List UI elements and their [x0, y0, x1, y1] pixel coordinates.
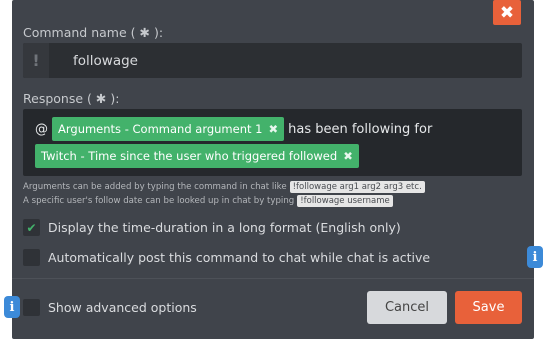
long-format-checkbox[interactable]: ✔ — [23, 219, 40, 236]
command-dialog: ✖ Command name ( ✱ ): ! followage Respon… — [12, 0, 534, 339]
response-label: Response ( ✱ ): — [23, 91, 120, 106]
command-name-input[interactable]: ! followage — [23, 43, 522, 78]
close-button[interactable]: ✖ — [493, 0, 521, 25]
help-text-arguments: Arguments can be added by typing the com… — [23, 181, 425, 193]
info-icon[interactable]: i — [4, 296, 20, 318]
exclamation-icon: ! — [23, 43, 49, 78]
auto-post-label: Automatically post this command to chat … — [48, 250, 431, 265]
long-format-label: Display the time-duration in a long form… — [48, 220, 401, 235]
info-icon[interactable]: i — [527, 246, 543, 268]
close-icon: ✖ — [499, 2, 515, 23]
command-name-label: Command name ( ✱ ): — [23, 25, 164, 40]
auto-post-option[interactable]: Automatically post this command to chat … — [23, 249, 430, 266]
response-tag-followage[interactable]: Twitch - Time since the user who trigger… — [35, 144, 359, 168]
response-text: has been following for — [288, 121, 433, 137]
code-example: !followage username — [297, 195, 393, 207]
help-text-lookup: A specific user's follow date can be loo… — [23, 195, 393, 207]
cancel-button[interactable]: Cancel — [367, 291, 447, 324]
response-editor[interactable]: @ Arguments - Command argument 1 ✖ has b… — [23, 109, 522, 176]
advanced-options-label: Show advanced options — [48, 300, 197, 315]
remove-tag-icon[interactable]: ✖ — [343, 149, 353, 163]
footer-divider — [12, 278, 534, 279]
response-prefix: @ — [35, 121, 48, 137]
auto-post-checkbox[interactable] — [23, 249, 40, 266]
advanced-options-checkbox[interactable] — [23, 299, 40, 316]
long-format-option[interactable]: ✔ Display the time-duration in a long fo… — [23, 219, 401, 236]
command-name-value[interactable]: followage — [49, 53, 138, 69]
save-button[interactable]: Save — [455, 291, 522, 324]
required-icon: ✱ — [139, 25, 150, 40]
response-tag-argument[interactable]: Arguments - Command argument 1 ✖ — [52, 117, 285, 141]
check-icon: ✔ — [26, 220, 37, 235]
remove-tag-icon[interactable]: ✖ — [268, 122, 278, 136]
code-example: !followage arg1 arg2 arg3 etc. — [289, 181, 425, 193]
required-icon: ✱ — [95, 91, 107, 106]
advanced-options-option[interactable]: Show advanced options — [23, 299, 197, 316]
